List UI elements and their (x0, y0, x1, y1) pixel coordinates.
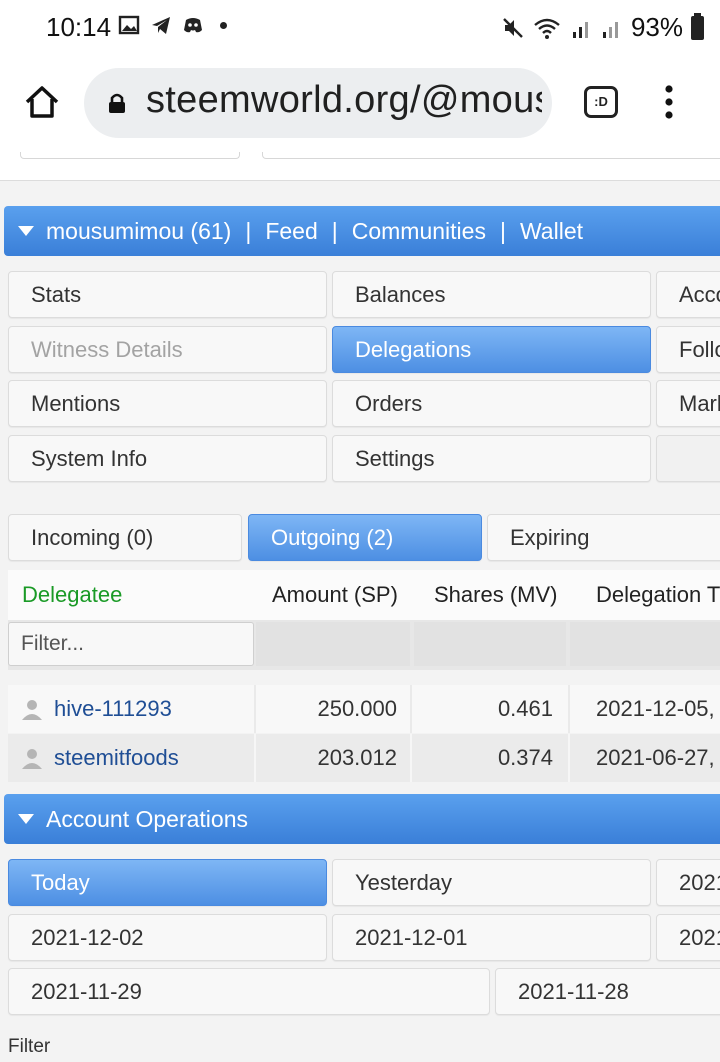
panel-box (20, 152, 240, 159)
day-button[interactable]: 2021-12-01 (332, 914, 651, 961)
time-cell: 2021-06-27, (596, 745, 715, 770)
account-operations-bar[interactable]: Account Operations (4, 794, 720, 844)
menu-balances[interactable]: Balances (332, 271, 651, 318)
discord-icon (184, 18, 202, 33)
communities-link[interactable]: Communities (352, 218, 486, 245)
filter-cell (414, 622, 566, 666)
day-button[interactable]: 2021-11-28 (495, 968, 720, 1015)
menu-witness-details[interactable]: Witness Details (8, 326, 327, 373)
menu-orders[interactable]: Orders (332, 380, 651, 427)
column-divider (568, 685, 570, 733)
menu-settings[interactable]: Settings (332, 435, 651, 482)
column-divider (410, 685, 412, 733)
table-row: steemitfoods 203.012 0.374 2021-06-27, (8, 734, 720, 782)
collapse-triangle-icon[interactable] (18, 814, 34, 824)
notification-icons (118, 14, 227, 36)
top-panel-edge (0, 152, 720, 181)
day-yesterday-button[interactable]: Yesterday (332, 859, 651, 906)
tab-switcher-button[interactable]: :D (584, 86, 618, 118)
menu-empty-slot (656, 435, 720, 482)
menu-system-info[interactable]: System Info (8, 435, 327, 482)
system-tray: 93% (501, 12, 704, 43)
separator: | (499, 217, 506, 244)
table-row: hive-111293 250.000 0.461 2021-12-05, (8, 685, 720, 733)
battery-icon (691, 12, 704, 40)
url-text[interactable]: steemworld.org/@mousumimou (146, 79, 542, 122)
address-bar[interactable]: steemworld.org/@mousumimou (84, 68, 552, 138)
menu-follow[interactable]: Follow (656, 326, 720, 373)
panel-box (262, 152, 720, 159)
menu-market[interactable]: Market (656, 380, 720, 427)
filter-label: Filter (8, 1036, 51, 1057)
notification-dot-icon (220, 21, 227, 29)
account-link[interactable]: mousumimou (61) (46, 218, 231, 245)
day-button[interactable]: 2021-11-30 (656, 914, 720, 961)
section-title: Account Operations (46, 805, 249, 832)
col-amount[interactable]: Amount (SP) (272, 570, 398, 620)
image-icon (118, 15, 140, 35)
clock: 10:14 (46, 12, 112, 42)
day-button[interactable]: 2021-12-03 (656, 859, 720, 906)
feed-link[interactable]: Feed (265, 218, 317, 245)
column-divider (410, 734, 412, 782)
filter-cell (570, 622, 720, 666)
col-shares[interactable]: Shares (MV) (434, 570, 557, 620)
amount-cell: 250.000 (317, 696, 397, 721)
separator: | (245, 217, 252, 244)
menu-stats[interactable]: Stats (8, 271, 327, 318)
column-divider (568, 734, 570, 782)
user-icon (22, 700, 42, 720)
filter-cell (256, 622, 410, 666)
day-button[interactable]: 2021-12-02 (8, 914, 327, 961)
browser-toolbar: steemworld.org/@mousumimou :D (0, 52, 720, 152)
wifi-icon (534, 18, 560, 39)
shares-cell: 0.461 (497, 696, 553, 721)
time-cell: 2021-12-05, (596, 696, 715, 721)
menu-mentions[interactable]: Mentions (8, 380, 327, 427)
column-divider (254, 734, 256, 782)
tab-outgoing[interactable]: Outgoing (2) (248, 514, 482, 561)
column-divider (254, 685, 256, 733)
delegatee-filter-input[interactable]: Filter... (8, 622, 254, 666)
mute-icon (503, 17, 523, 38)
day-today-button[interactable]: Today (8, 859, 327, 906)
menu-account[interactable]: Account (656, 271, 720, 318)
home-icon[interactable] (22, 82, 62, 122)
menu-delegations[interactable]: Delegations (332, 326, 651, 373)
wallet-link[interactable]: Wallet (520, 218, 583, 245)
delegatee-link[interactable]: steemitfoods (54, 734, 179, 782)
lock-icon (109, 93, 125, 113)
collapse-triangle-icon[interactable] (18, 226, 34, 236)
tab-expiring[interactable]: Expiring (487, 514, 720, 561)
battery-percent: 93% (630, 12, 683, 42)
user-icon (22, 749, 42, 769)
page-content: mousumimou (61) | Feed | Communities | W… (0, 152, 720, 1062)
signal-icon (602, 21, 618, 38)
status-bar: 10:14 93% (0, 0, 720, 52)
amount-cell: 203.012 (317, 745, 397, 770)
col-delegation-time[interactable]: Delegation Time (596, 570, 720, 620)
separator: | (331, 217, 338, 244)
tab-incoming[interactable]: Incoming (0) (8, 514, 242, 561)
signal-icon (572, 21, 588, 38)
col-delegatee[interactable]: Delegatee (22, 570, 122, 620)
delegations-table-header: Delegatee Amount (SP) Shares (MV) Delega… (8, 570, 720, 620)
table-filter-row: Filter... (8, 620, 720, 670)
profile-header-bar: mousumimou (61) | Feed | Communities | W… (4, 206, 720, 256)
delegatee-link[interactable]: hive-111293 (54, 685, 172, 733)
telegram-icon (152, 17, 170, 34)
shares-cell: 0.374 (497, 745, 553, 770)
day-button[interactable]: 2021-11-29 (8, 968, 490, 1015)
overflow-menu-icon[interactable] (662, 84, 676, 120)
